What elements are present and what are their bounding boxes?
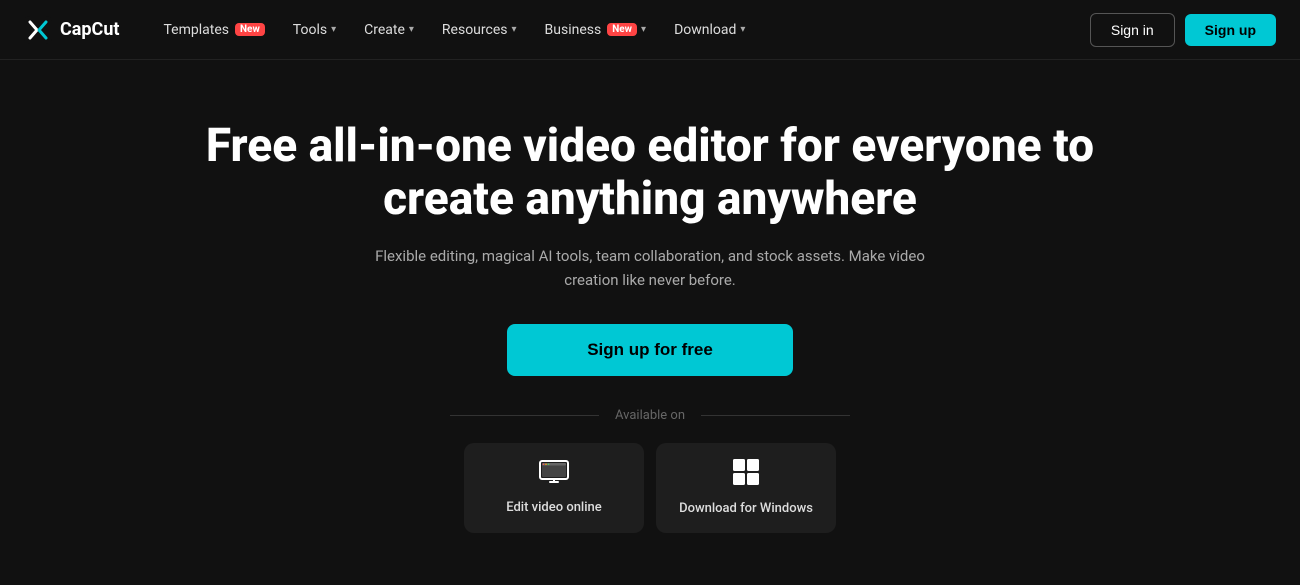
available-on-text: Available on <box>615 408 685 423</box>
business-badge: New <box>607 23 637 36</box>
templates-badge: New <box>235 23 265 36</box>
nav-item-create[interactable]: Create ▾ <box>352 16 426 44</box>
download-chevron-icon: ▾ <box>740 24 745 35</box>
create-chevron-icon: ▾ <box>409 24 414 35</box>
capcut-logo-icon <box>24 16 52 44</box>
templates-label: Templates <box>163 22 229 38</box>
tools-label: Tools <box>293 22 327 38</box>
navbar: CapCut Templates New Tools ▾ Create ▾ Re… <box>0 0 1300 60</box>
nav-item-download[interactable]: Download ▾ <box>662 16 757 44</box>
business-chevron-icon: ▾ <box>641 24 646 35</box>
resources-label: Resources <box>442 22 508 38</box>
available-on-label: Available on <box>450 408 850 423</box>
business-label: Business <box>545 22 602 38</box>
nav-item-templates[interactable]: Templates New <box>151 16 276 44</box>
resources-chevron-icon: ▾ <box>512 24 517 35</box>
windows-icon <box>733 459 759 491</box>
signin-button[interactable]: Sign in <box>1090 13 1175 47</box>
online-platform-label: Edit video online <box>506 500 602 515</box>
signup-button[interactable]: Sign up <box>1185 14 1276 46</box>
monitor-icon <box>539 460 569 490</box>
nav-actions: Sign in Sign up <box>1090 13 1276 47</box>
hero-title: Free all-in-one video editor for everyon… <box>200 120 1100 226</box>
create-label: Create <box>364 22 405 38</box>
hero-section: Free all-in-one video editor for everyon… <box>0 60 1300 533</box>
nav-item-business[interactable]: Business New ▾ <box>533 16 659 44</box>
platform-card-online[interactable]: Edit video online <box>464 443 644 533</box>
platform-cards: Edit video online Download for Windows <box>464 443 836 533</box>
download-label: Download <box>674 22 736 38</box>
nav-item-tools[interactable]: Tools ▾ <box>281 16 348 44</box>
windows-platform-label: Download for Windows <box>679 501 813 516</box>
logo[interactable]: CapCut <box>24 16 119 44</box>
tools-chevron-icon: ▾ <box>331 24 336 35</box>
brand-name: CapCut <box>60 19 119 40</box>
hero-subtitle: Flexible editing, magical AI tools, team… <box>350 244 950 292</box>
nav-links: Templates New Tools ▾ Create ▾ Resources… <box>151 16 1089 44</box>
nav-item-resources[interactable]: Resources ▾ <box>430 16 529 44</box>
signup-cta-button[interactable]: Sign up for free <box>507 324 793 376</box>
platform-card-windows[interactable]: Download for Windows <box>656 443 836 533</box>
